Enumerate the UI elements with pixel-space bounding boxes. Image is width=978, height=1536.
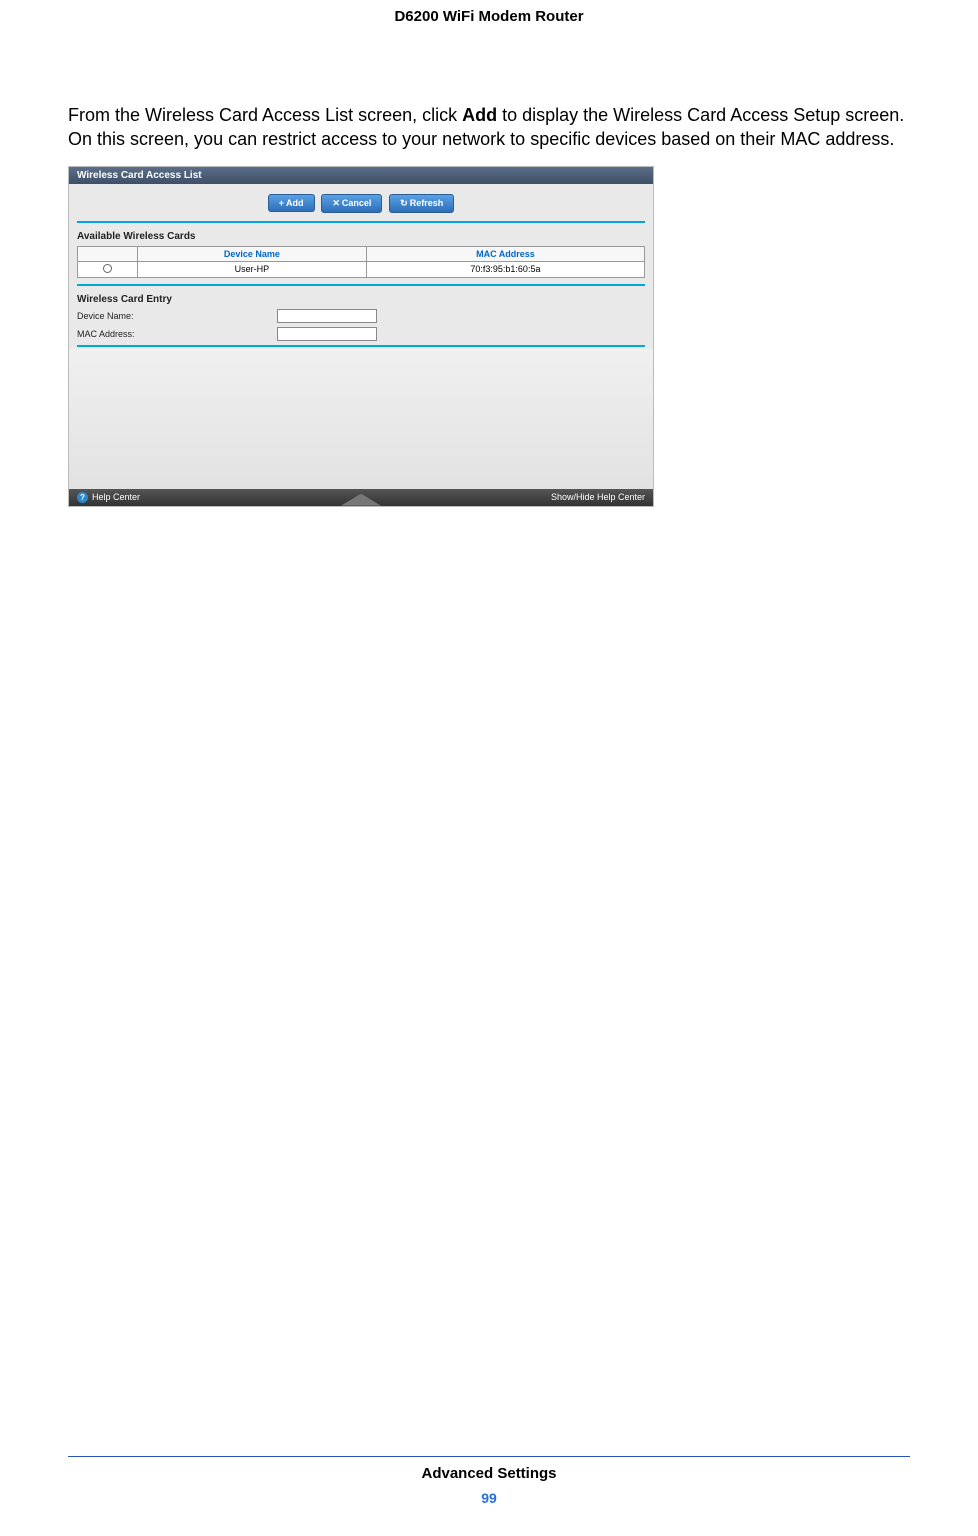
footer-section-title: Advanced Settings <box>68 1465 910 1482</box>
show-hide-help-link[interactable]: Show/Hide Help Center <box>551 492 645 502</box>
empty-area <box>69 349 653 489</box>
refresh-icon: ↻ <box>400 198 408 208</box>
row-mac-address: 70:f3:95:b1:60:5a <box>366 261 644 277</box>
footer-page-number: 99 <box>68 1490 910 1506</box>
refresh-button[interactable]: ↻Refresh <box>389 194 454 213</box>
cancel-button[interactable]: ✕Cancel <box>321 194 382 213</box>
row-device-name: User-HP <box>138 261 367 277</box>
para-pre: From the Wireless Card Access List scree… <box>68 105 462 125</box>
page-content: From the Wireless Card Access List scree… <box>0 103 978 507</box>
card-entry-heading: Wireless Card Entry <box>69 288 653 307</box>
table-row[interactable]: User-HP 70:f3:95:b1:60:5a <box>78 261 645 277</box>
window-titlebar: Wireless Card Access List <box>69 167 653 184</box>
cancel-button-label: Cancel <box>342 198 372 208</box>
device-name-input[interactable] <box>277 309 377 323</box>
x-icon: ✕ <box>332 198 340 208</box>
add-button-label: Add <box>286 198 304 208</box>
available-cards-table: Device Name MAC Address User-HP 70:f3:95… <box>77 246 645 278</box>
instruction-paragraph: From the Wireless Card Access List scree… <box>68 103 910 152</box>
page-footer: Advanced Settings 99 <box>68 1456 910 1506</box>
para-bold: Add <box>462 105 497 125</box>
divider <box>77 345 645 347</box>
plus-icon: + <box>279 198 284 208</box>
entry-row-device-name: Device Name: <box>69 307 653 325</box>
row-radio-cell[interactable] <box>78 261 138 277</box>
divider <box>77 284 645 286</box>
radio-icon[interactable] <box>103 264 112 273</box>
help-center-link[interactable]: ? Help Center <box>77 492 140 503</box>
table-header-row: Device Name MAC Address <box>78 246 645 261</box>
router-ui-screenshot: Wireless Card Access List +Add ✕Cancel ↻… <box>68 166 654 507</box>
mac-address-input[interactable] <box>277 327 377 341</box>
table-header-device-name: Device Name <box>138 246 367 261</box>
footer-rule <box>68 1456 910 1457</box>
available-cards-heading: Available Wireless Cards <box>69 225 653 244</box>
table-header-mac-address: MAC Address <box>366 246 644 261</box>
add-button[interactable]: +Add <box>268 194 315 212</box>
page-header-title: D6200 WiFi Modem Router <box>0 0 978 25</box>
refresh-button-label: Refresh <box>410 198 444 208</box>
toolbar: +Add ✕Cancel ↻Refresh <box>69 184 653 219</box>
divider <box>77 221 645 223</box>
help-icon: ? <box>77 492 88 503</box>
chevron-up-icon[interactable] <box>341 494 381 506</box>
table-header-select <box>78 246 138 261</box>
entry-row-mac-address: MAC Address: <box>69 325 653 343</box>
mac-address-label: MAC Address: <box>77 329 277 339</box>
device-name-label: Device Name: <box>77 311 277 321</box>
help-center-label: Help Center <box>92 492 140 502</box>
help-footer: ? Help Center Show/Hide Help Center <box>69 489 653 506</box>
